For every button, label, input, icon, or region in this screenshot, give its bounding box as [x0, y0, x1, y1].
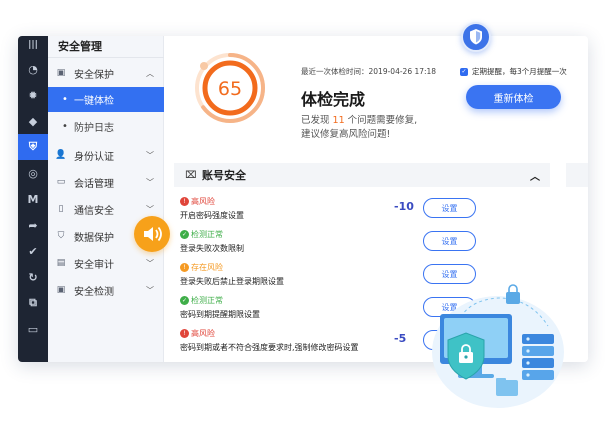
sidebar-subitem-label: 防护日志: [74, 123, 114, 134]
row-desc: 开启密码强度设置: [180, 211, 244, 220]
user-icon: 👤: [55, 150, 67, 160]
score-delta: -10: [394, 200, 414, 213]
shield-icon: ⛉: [57, 231, 65, 241]
sidebar-subitem-protection-log[interactable]: • 防护日志: [48, 114, 164, 139]
lock-monitor-icon: ▣: [56, 68, 66, 78]
sidebar-item-label: 安全检测: [74, 286, 114, 298]
recheck-button[interactable]: 重新体检: [466, 85, 561, 109]
stage: ||| ◔ ✹ ◆ ⛨ ◎ M ➦ ✔ ↻ ⧉ ▭ 安全管理 ▣ 安全保护 ︿ …: [0, 0, 605, 428]
account-card-icon: ⌧: [185, 169, 197, 181]
row-desc: 密码到期或者不符合强度要求时,强制修改密码设置: [180, 343, 359, 352]
risk-shield-icon: !: [180, 197, 189, 206]
sidebar-subitem-label: 一键体检: [74, 96, 114, 107]
issue-count: 11: [332, 115, 345, 126]
shield-icon[interactable]: ⛨: [18, 134, 48, 160]
setting-button[interactable]: 设置: [423, 231, 476, 251]
phone-lock-icon: ▯: [58, 204, 64, 214]
section-title: 账号安全: [202, 169, 246, 182]
sidebar-item-identity[interactable]: 👤 身份认证 ﹀: [48, 142, 164, 168]
security-illustration: [418, 282, 568, 410]
display-icon: ▭: [56, 177, 66, 187]
ok-shield-icon: ✓: [180, 296, 189, 305]
section-header-secondary: [566, 163, 588, 187]
row-desc: 登录失败后禁止登录期限设置: [180, 277, 284, 286]
warning-shield-icon: !: [180, 263, 189, 272]
check-icon[interactable]: ✔: [18, 238, 48, 264]
risk-shield-icon: !: [180, 329, 189, 338]
check-complete-title: 体检完成: [301, 90, 366, 109]
last-check-time: 最近一次体检时间：2019-04-26 17:18: [301, 67, 437, 76]
sidebar-item-label: 安全审计: [74, 259, 114, 271]
dashboard-icon[interactable]: ◔: [18, 56, 48, 82]
menu-icon[interactable]: |||: [18, 36, 48, 54]
chevron-down-icon: ﹀: [146, 150, 154, 160]
chevron-down-icon: ﹀: [146, 204, 154, 214]
sidebar-item-label: 身份认证: [74, 151, 114, 163]
chevron-down-icon: ﹀: [146, 285, 154, 295]
status-badge: 高风险: [191, 197, 215, 206]
check-result-desc: 已发现 11 个问题需要修复, 建议修复高风险问题!: [301, 115, 418, 140]
status-badge: 存在风险: [191, 263, 223, 272]
radar-icon[interactable]: ◎: [18, 160, 48, 186]
status-badge: 高风险: [191, 329, 215, 338]
chevron-up-icon: ︿: [530, 171, 540, 183]
m-icon[interactable]: M: [18, 186, 48, 212]
pin-icon[interactable]: ◆: [18, 108, 48, 134]
sidebar-item-label: 会话管理: [74, 178, 114, 190]
sidebar: 安全管理 ▣ 安全保护 ︿ • 一键体检 • 防护日志 👤 身份认证 ﹀ ▭ 会…: [48, 36, 164, 362]
bullet-icon: •: [62, 121, 68, 132]
section-header-account[interactable]: ⌧ 账号安全 ︿: [174, 163, 550, 187]
chevron-up-icon: ︿: [146, 68, 154, 78]
gear-icon[interactable]: ✹: [18, 82, 48, 108]
chevron-down-icon: ﹀: [146, 258, 154, 268]
sidebar-item-detection[interactable]: ▣ 安全检测 ﹀: [48, 277, 164, 303]
audit-icon: ▤: [56, 258, 66, 268]
row-desc: 密码到期提醒期限设置: [180, 310, 260, 319]
chevron-down-icon: ﹀: [146, 177, 154, 187]
score-delta: -5: [394, 332, 407, 345]
status-badge: 检测正常: [191, 230, 223, 239]
speaker-icon[interactable]: [134, 216, 170, 252]
sidebar-title: 安全管理: [48, 36, 164, 58]
sidebar-item-label: 通信安全: [74, 205, 114, 217]
sidebar-subitem-quick-check[interactable]: • 一键体检: [48, 87, 164, 112]
sidebar-item-protection[interactable]: ▣ 安全保护 ︿: [48, 60, 164, 86]
checkbox-checked-icon[interactable]: ✓: [460, 67, 468, 76]
status-badge: 检测正常: [191, 296, 223, 305]
bullet-icon: •: [62, 94, 68, 105]
reminder-label: 定期提醒，每3个月提醒一次: [472, 67, 567, 76]
score-gauge: 65: [194, 52, 266, 124]
sync-icon[interactable]: ↻: [18, 264, 48, 290]
shield-badge-icon: [461, 22, 491, 52]
monitor-icon[interactable]: ▭: [18, 316, 48, 342]
setting-button[interactable]: 设置: [423, 198, 476, 218]
share-icon[interactable]: ➦: [18, 212, 48, 238]
ok-shield-icon: ✓: [180, 230, 189, 239]
setting-button[interactable]: 设置: [423, 264, 476, 284]
table-row: ✓ 检测正常 登录失败次数限制 设置: [180, 229, 580, 262]
periodic-reminder[interactable]: ✓ 定期提醒，每3个月提醒一次: [460, 66, 567, 77]
plugin-icon[interactable]: ⧉: [18, 290, 48, 316]
row-desc: 登录失败次数限制: [180, 244, 244, 253]
scan-icon: ▣: [56, 285, 66, 295]
sidebar-item-label: 安全保护: [74, 69, 114, 81]
sidebar-item-audit[interactable]: ▤ 安全审计 ﹀: [48, 250, 164, 276]
score-value: 65: [218, 78, 242, 100]
sidebar-item-session[interactable]: ▭ 会话管理 ﹀: [48, 169, 164, 195]
icon-rail: ||| ◔ ✹ ◆ ⛨ ◎ M ➦ ✔ ↻ ⧉ ▭: [18, 36, 48, 362]
table-row: ! 高风险 开启密码强度设置 -10 设置: [180, 196, 580, 229]
